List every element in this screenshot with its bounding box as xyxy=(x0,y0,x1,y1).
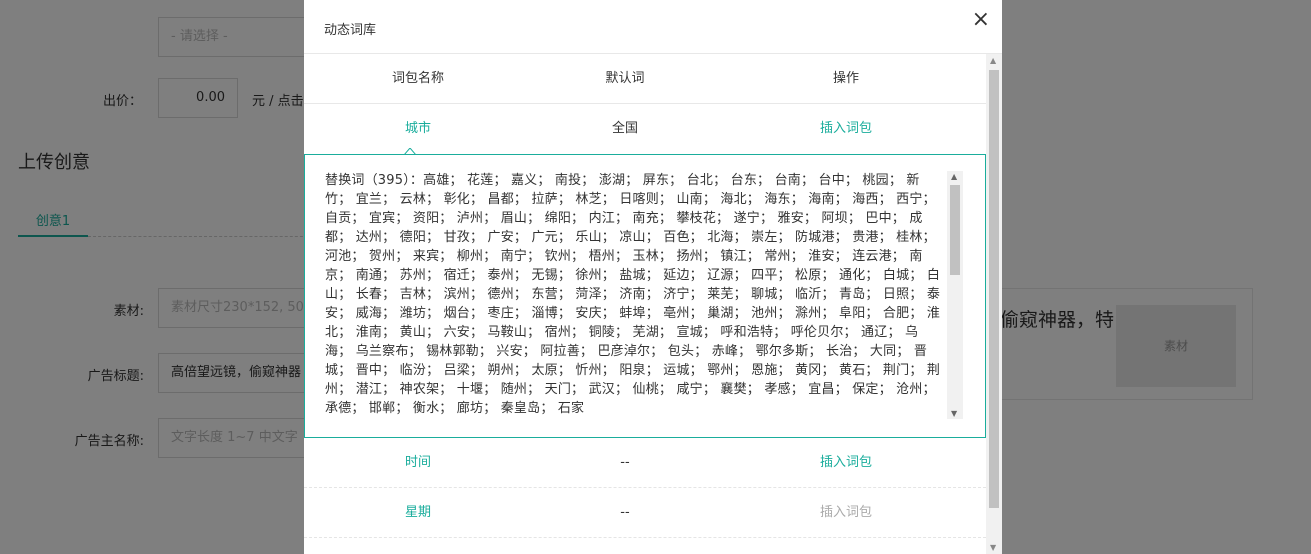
row-city-default: 全国 xyxy=(611,121,638,136)
row-week-default: -- xyxy=(620,505,630,520)
modal-scrollbar[interactable]: ▲ ▼ xyxy=(986,54,1002,554)
modal-header: 动态词库 × xyxy=(304,0,1002,54)
insert-pack-button-time[interactable]: 插入词包 xyxy=(718,438,974,488)
close-icon[interactable]: × xyxy=(972,8,990,32)
row-time-default: -- xyxy=(620,455,630,470)
scroll-down-icon[interactable]: ▼ xyxy=(990,543,996,552)
modal-title: 动态词库 xyxy=(324,23,377,38)
scroll-up-icon[interactable]: ▲ xyxy=(951,172,957,181)
table-row[interactable]: 时间 -- 插入词包 xyxy=(304,438,986,488)
modal-body: 词包名称 默认词 操作 城市 全国 插入词包 替换词（395）：高雄； 花莲； … xyxy=(304,54,986,554)
table-row[interactable]: 星期 -- 插入词包 xyxy=(304,488,986,538)
column-header-action: 操作 xyxy=(832,71,859,86)
table-row[interactable]: 城市 全国 插入词包 xyxy=(304,104,986,155)
row-city-name[interactable]: 城市 xyxy=(304,104,532,154)
dynamic-lexicon-modal: 动态词库 × 词包名称 默认词 操作 城市 全国 插入词包 替换词（395）：高… xyxy=(304,0,1002,554)
row-time-name[interactable]: 时间 xyxy=(304,438,532,488)
replacement-words-panel: 替换词（395）：高雄； 花莲； 嘉义； 南投； 澎湖； 屏东； 台北； 台东；… xyxy=(304,154,986,438)
column-header-default: 默认词 xyxy=(605,71,645,86)
words-scrollbar[interactable]: ▲ ▼ xyxy=(947,171,963,419)
replacement-words-text: 替换词（395）：高雄； 花莲； 嘉义； 南投； 澎湖； 屏东； 台北； 台东；… xyxy=(325,173,941,416)
scroll-thumb[interactable] xyxy=(989,70,999,508)
column-header-name: 词包名称 xyxy=(391,71,444,86)
table-header: 词包名称 默认词 操作 xyxy=(304,54,986,104)
insert-pack-button-city[interactable]: 插入词包 xyxy=(718,104,974,154)
scroll-thumb[interactable] xyxy=(950,185,960,275)
row-week-name[interactable]: 星期 xyxy=(304,488,532,538)
scroll-down-icon[interactable]: ▼ xyxy=(951,409,957,418)
scroll-up-icon[interactable]: ▲ xyxy=(990,56,996,65)
insert-pack-button-week[interactable]: 插入词包 xyxy=(718,488,974,538)
